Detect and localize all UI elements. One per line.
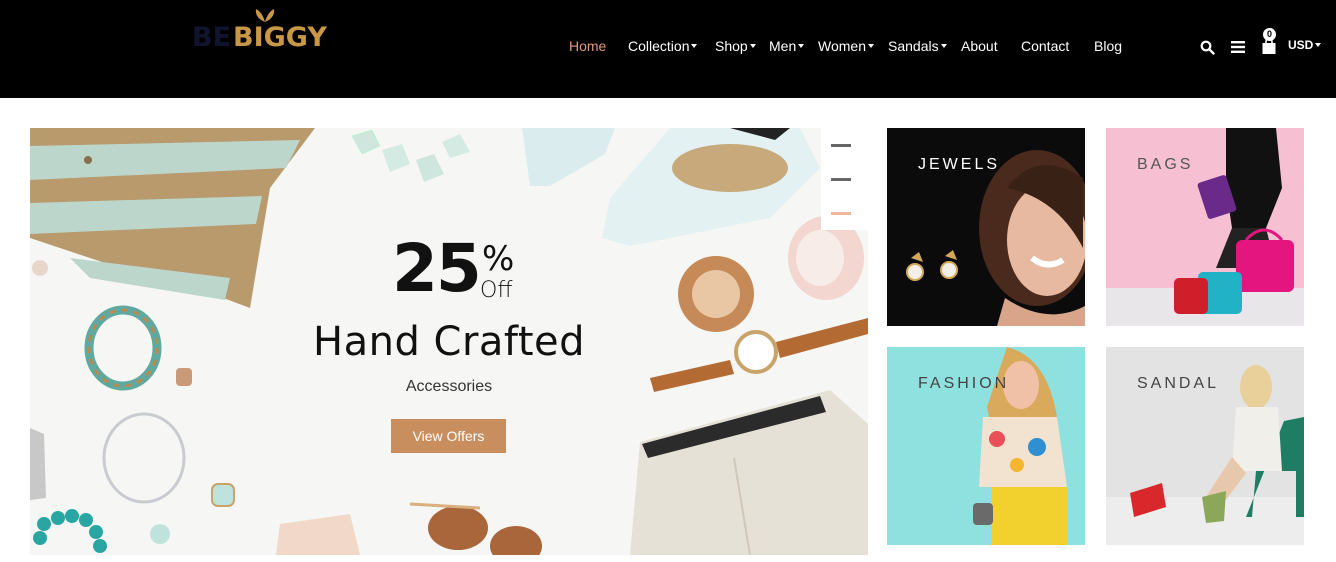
- nav-item-blog[interactable]: Blog: [1094, 38, 1122, 54]
- slide-dot-2[interactable]: [831, 178, 851, 181]
- logo-name: BIGGY: [233, 22, 327, 53]
- chevron-down-icon: [691, 44, 698, 49]
- chevron-down-icon: [798, 44, 805, 49]
- discount-number: 25: [392, 230, 482, 307]
- nav-item-women[interactable]: Women: [818, 38, 874, 54]
- chevron-down-icon: [749, 44, 756, 49]
- nav-item-collection[interactable]: Collection: [628, 38, 698, 54]
- hero-title: Hand Crafted: [313, 319, 585, 365]
- nav-label: Blog: [1094, 38, 1123, 54]
- search-icon[interactable]: [1200, 40, 1215, 55]
- nav-item-about[interactable]: About: [961, 38, 998, 54]
- category-tile-jewels[interactable]: JEWELS: [887, 128, 1085, 326]
- cart-count-badge: 0: [1263, 28, 1276, 41]
- category-tile-sandal[interactable]: SANDAL: [1106, 347, 1304, 545]
- nav-label: Collection: [628, 38, 690, 54]
- currency-label: USD: [1288, 38, 1314, 52]
- view-offers-button[interactable]: View Offers: [391, 419, 506, 453]
- bags-image: [1106, 128, 1304, 326]
- nav-item-contact[interactable]: Contact: [1021, 38, 1069, 54]
- hero-subtitle: Accessories: [405, 378, 493, 395]
- nav-label: Shop: [715, 38, 748, 54]
- nav-label: Men: [769, 38, 797, 54]
- nav-item-shop[interactable]: Shop: [715, 38, 756, 54]
- nav-item-men[interactable]: Men: [769, 38, 805, 54]
- hamburger-icon[interactable]: [1231, 41, 1245, 53]
- nav-label: Home: [569, 38, 607, 54]
- category-tile-fashion[interactable]: FASHION: [887, 347, 1085, 545]
- slide-dot-1[interactable]: [831, 144, 851, 147]
- category-tile-bags[interactable]: BAGS: [1106, 128, 1304, 326]
- hero-slider: 25 % Off Hand Crafted Accessories View O…: [30, 128, 868, 555]
- category-label: JEWELS: [918, 156, 1001, 173]
- nav-item-sandals[interactable]: Sandals: [888, 38, 947, 54]
- category-label: BAGS: [1137, 156, 1194, 173]
- discount-symbol: %: [482, 239, 515, 279]
- chevron-down-icon: [1315, 42, 1322, 47]
- nav-item-home[interactable]: Home: [569, 38, 606, 54]
- currency-selector[interactable]: USD: [1288, 38, 1322, 52]
- chevron-down-icon: [867, 44, 874, 49]
- nav-label: Sandals: [888, 38, 939, 54]
- nav-label: About: [961, 38, 998, 54]
- hero-content: 25 % Off Hand Crafted Accessories View O…: [30, 128, 868, 555]
- slider-pagination: [821, 128, 868, 230]
- slide-dot-3[interactable]: [831, 212, 851, 215]
- nav-label: Women: [818, 38, 866, 54]
- category-label: SANDAL: [1137, 375, 1220, 392]
- nav-label: Contact: [1021, 38, 1070, 54]
- site-header: BE BIGGY Home Collection Shop Men Women …: [0, 0, 1336, 98]
- discount-suffix: Off: [480, 278, 513, 303]
- brand-logo[interactable]: BE BIGGY: [192, 9, 342, 54]
- logo-prefix: BE: [192, 22, 232, 53]
- chevron-down-icon: [940, 44, 947, 49]
- category-label: FASHION: [918, 375, 1010, 392]
